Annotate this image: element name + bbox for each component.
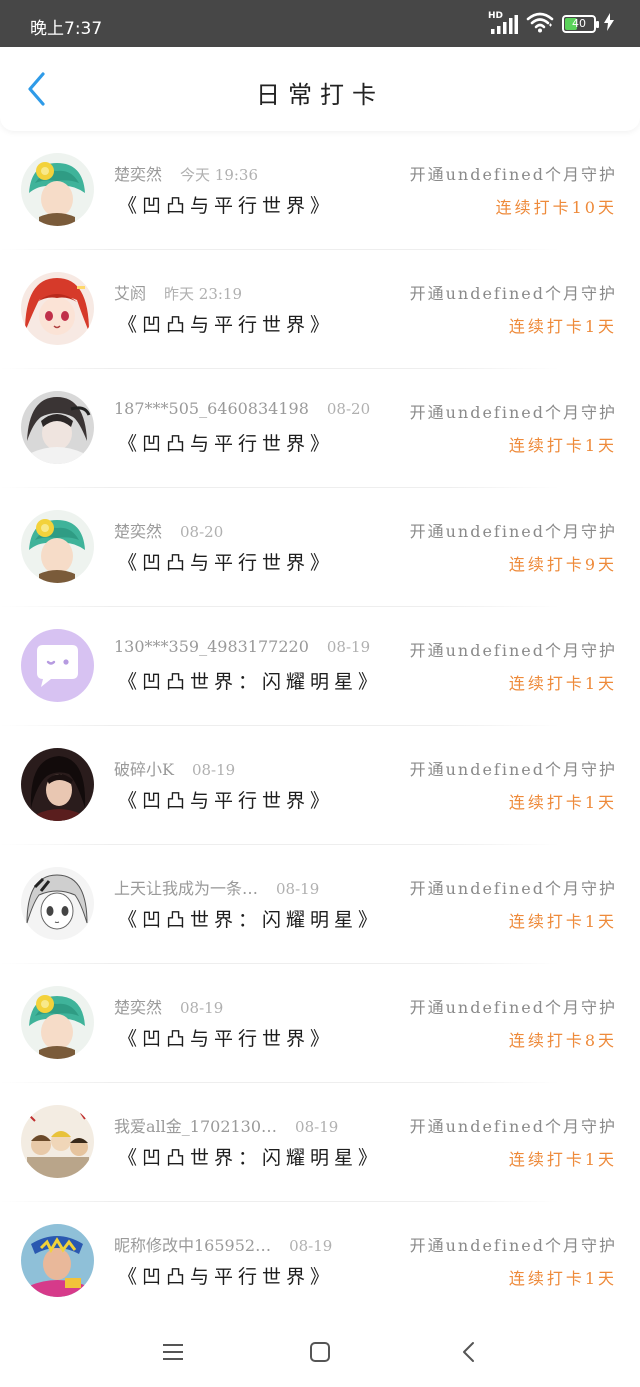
- avatar-dark-portrait[interactable]: [21, 748, 94, 821]
- checkin-time: 昨天 23:19: [164, 285, 243, 303]
- streak-text: 连续打卡1天: [508, 1150, 617, 1169]
- status-time: 晚上7:37: [30, 19, 103, 39]
- row-meta: 昵称修改中165952… 08-19: [114, 1232, 332, 1256]
- book-title[interactable]: 《凹凸与平行世界》: [118, 786, 334, 813]
- app-header: 日常打卡: [0, 47, 640, 131]
- list-item[interactable]: 上天让我成为一条… 08-19 《凹凸世界：闪耀明星》 开通undefined个月…: [0, 845, 640, 964]
- streak-text: 连续打卡1天: [508, 793, 617, 812]
- user-name: 楚奕然: [114, 998, 163, 1017]
- row-meta: 我爱all金_1702130… 08-19: [114, 1113, 338, 1137]
- user-name: 130***359_4983177220: [114, 637, 309, 656]
- guard-text: 开通undefined个月守护: [409, 998, 617, 1017]
- book-title[interactable]: 《凹凸与平行世界》: [118, 548, 334, 575]
- battery-text: 40: [572, 17, 586, 30]
- avatar-group-photo[interactable]: [21, 1105, 94, 1178]
- row-meta: 130***359_4983177220 08-19: [114, 637, 370, 656]
- list-item[interactable]: 187***505_6460834198 08-20 《凹凸与平行世界》 开通un…: [0, 369, 640, 488]
- avatar-green-hair[interactable]: [21, 986, 94, 1059]
- list-item[interactable]: 楚奕然 08-20 《凹凸与平行世界》 开通undefined个月守护 连续打卡9…: [0, 488, 640, 607]
- page-title: 日常打卡: [256, 81, 384, 109]
- book-title[interactable]: 《凹凸世界：闪耀明星》: [118, 905, 382, 932]
- user-name: 187***505_6460834198: [114, 399, 309, 418]
- checkin-time: 今天 19:36: [180, 166, 259, 184]
- streak-text: 连续打卡1天: [508, 317, 617, 336]
- list-item[interactable]: 楚奕然 今天 19:36 《凹凸与平行世界》 开通undefined个月守护 连续…: [0, 131, 640, 250]
- row-meta: 破碎小K 08-19: [114, 756, 235, 780]
- guard-text: 开通undefined个月守护: [409, 522, 617, 541]
- book-title[interactable]: 《凹凸世界：闪耀明星》: [118, 1143, 382, 1170]
- user-name: 破碎小K: [114, 760, 174, 779]
- checkin-time: 08-19: [326, 638, 371, 656]
- guard-text: 开通undefined个月守护: [409, 165, 617, 184]
- row-meta: 上天让我成为一条… 08-19: [114, 875, 319, 899]
- book-title[interactable]: 《凹凸与平行世界》: [118, 310, 334, 337]
- streak-text: 连续打卡10天: [495, 198, 617, 217]
- guard-text: 开通undefined个月守护: [409, 641, 617, 660]
- user-name: 昵称修改中165952…: [114, 1236, 272, 1255]
- streak-text: 连续打卡1天: [508, 674, 617, 693]
- streak-text: 连续打卡1天: [508, 1269, 617, 1288]
- user-name: 楚奕然: [114, 522, 163, 541]
- book-title[interactable]: 《凹凸与平行世界》: [118, 191, 334, 218]
- streak-text: 连续打卡1天: [508, 912, 617, 931]
- signal-icon: HD: [488, 11, 518, 35]
- checkin-time: 08-19: [191, 761, 236, 779]
- user-name: 我爱all金_1702130…: [114, 1117, 278, 1136]
- list-item[interactable]: 艾阏 昨天 23:19 《凹凸与平行世界》 开通undefined个月守护 连续打…: [0, 250, 640, 369]
- home-square-icon: [310, 1342, 330, 1362]
- status-icons: HD 40: [488, 11, 614, 37]
- list-item[interactable]: 昵称修改中165952… 08-19 《凹凸与平行世界》 开通undefined个…: [0, 1202, 640, 1321]
- row-meta: 187***505_6460834198 08-20: [114, 399, 370, 418]
- row-meta: 楚奕然 08-19: [114, 994, 223, 1018]
- list-item[interactable]: 破碎小K 08-19 《凹凸与平行世界》 开通undefined个月守护 连续打卡…: [0, 726, 640, 845]
- row-meta: 楚奕然 今天 19:36: [114, 161, 258, 185]
- checkin-time: 08-20: [180, 523, 224, 541]
- list-item[interactable]: 楚奕然 08-19 《凹凸与平行世界》 开通undefined个月守护 连续打卡8…: [0, 964, 640, 1083]
- row-meta: 楚奕然 08-20: [114, 518, 223, 542]
- wifi-icon: [526, 11, 554, 37]
- guard-text: 开通undefined个月守护: [409, 284, 617, 303]
- checkin-time: 08-19: [289, 1237, 333, 1255]
- charging-icon: [604, 13, 614, 35]
- menu-button[interactable]: [153, 1332, 193, 1372]
- avatar-red-hair[interactable]: [21, 272, 94, 345]
- system-nav-bar: [0, 1312, 640, 1387]
- row-meta: 艾阏 昨天 23:19: [114, 280, 242, 304]
- book-title[interactable]: 《凹凸与平行世界》: [118, 429, 334, 456]
- user-name: 艾阏: [114, 284, 147, 303]
- list-item[interactable]: 130***359_4983177220 08-19 《凹凸世界：闪耀明星》 开通…: [0, 607, 640, 726]
- avatar-sketch[interactable]: [21, 867, 94, 940]
- avatar-green-hair[interactable]: [21, 510, 94, 583]
- user-name: 上天让我成为一条…: [114, 879, 259, 898]
- avatar-colorful[interactable]: [21, 1224, 94, 1297]
- book-title[interactable]: 《凹凸与平行世界》: [118, 1024, 334, 1051]
- home-button[interactable]: [300, 1332, 340, 1372]
- back-triangle-icon: [463, 1342, 474, 1362]
- checkin-time: 08-20: [326, 400, 371, 418]
- guard-text: 开通undefined个月守护: [409, 1117, 617, 1136]
- avatar-green-hair[interactable]: [21, 153, 94, 226]
- avatar-dark-hair[interactable]: [21, 391, 94, 464]
- guard-text: 开通undefined个月守护: [409, 760, 617, 779]
- status-bar: 晚上7:37 HD 40: [0, 0, 640, 47]
- checkin-time: 08-19: [295, 1118, 339, 1136]
- streak-text: 连续打卡1天: [508, 436, 617, 455]
- menu-icon: [163, 1344, 183, 1360]
- guard-text: 开通undefined个月守护: [409, 1236, 617, 1255]
- guard-text: 开通undefined个月守护: [409, 403, 617, 422]
- streak-text: 连续打卡9天: [508, 555, 617, 574]
- checkin-time: 08-19: [180, 999, 224, 1017]
- user-name: 楚奕然: [114, 165, 163, 184]
- battery-icon: 40: [562, 15, 599, 33]
- system-back-button[interactable]: [448, 1332, 488, 1372]
- avatar-default-chat[interactable]: [21, 629, 94, 702]
- checkin-time: 08-19: [276, 880, 320, 898]
- book-title[interactable]: 《凹凸与平行世界》: [118, 1262, 334, 1289]
- streak-text: 连续打卡8天: [508, 1031, 617, 1050]
- guard-text: 开通undefined个月守护: [409, 879, 617, 898]
- book-title[interactable]: 《凹凸世界：闪耀明星》: [118, 667, 382, 694]
- list-item[interactable]: 我爱all金_1702130… 08-19 《凹凸世界：闪耀明星》 开通undef…: [0, 1083, 640, 1202]
